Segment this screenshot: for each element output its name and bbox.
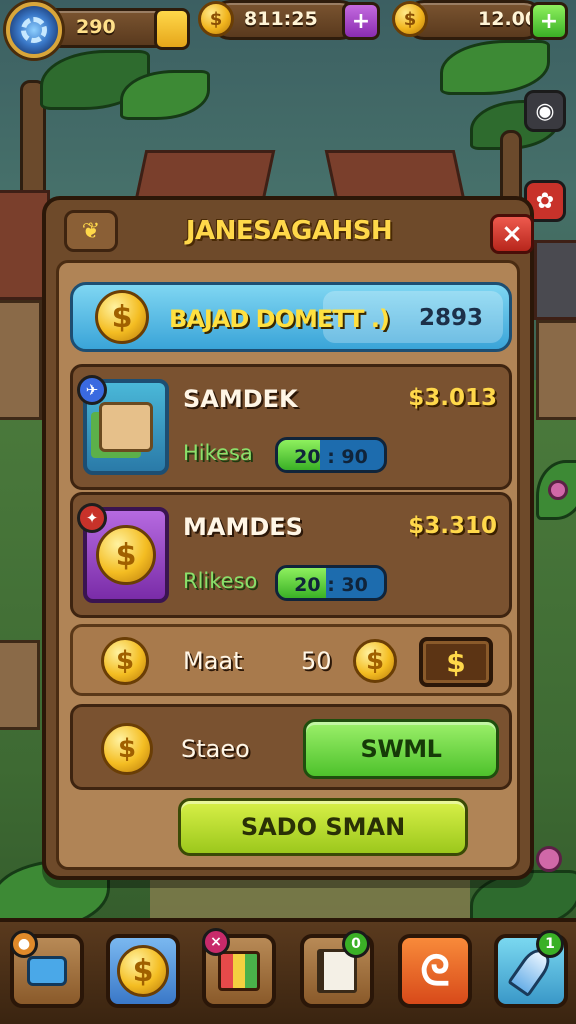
item-sub-label: Hikesa <box>183 441 253 465</box>
main-action-button[interactable]: SADO SMAN <box>178 798 468 856</box>
notification-badge: 0 <box>342 930 370 958</box>
coin-icon: $ <box>117 945 169 997</box>
maat-amount: 50 <box>301 647 332 675</box>
shop-item[interactable]: ✈ SAMDEK $3.013 Hikesa 20 : 90 <box>70 364 512 490</box>
feather-icon: ❦ <box>64 210 118 252</box>
swml-button[interactable]: SWML <box>303 719 499 779</box>
item-name: MAMDES <box>183 513 303 541</box>
item-price: $3.013 <box>408 385 497 411</box>
flower <box>548 480 568 500</box>
camera-icon[interactable]: ◉ <box>524 90 566 132</box>
hut-roof <box>134 150 276 200</box>
red-badge-icon: ✦ <box>77 503 107 533</box>
coin-icon: $ <box>96 525 156 585</box>
level-bar-end <box>154 8 190 50</box>
level-value: 290 <box>76 16 116 38</box>
blue-badge-icon: ✈ <box>77 375 107 405</box>
panel-header: ❦ JANESAGAHSH × <box>54 206 534 256</box>
item-progress: 20 : 90 <box>275 437 387 473</box>
progress-text: 20 : 90 <box>294 446 368 468</box>
gear-icon <box>21 17 47 43</box>
coin-icon: $ <box>198 1 234 37</box>
staeo-label: Staeo <box>181 735 250 763</box>
coin-icon: $ <box>101 637 149 685</box>
hut-roof <box>324 150 466 200</box>
item-name: SAMDEK <box>183 385 298 413</box>
wooden-fence <box>0 640 40 730</box>
close-button[interactable]: × <box>490 214 534 254</box>
maat-row: $ Maat 50 $ $ <box>70 624 512 696</box>
shop-item[interactable]: $ ✦ MAMDES $3.310 Rlikeso 20 : 30 <box>70 492 512 618</box>
panel-title: JANESAGAHSH <box>185 216 393 246</box>
coin-icon: $ <box>392 1 428 37</box>
gold-add-button[interactable]: + <box>530 2 568 40</box>
close-badge-icon: × <box>202 928 230 956</box>
coin-icon: $ <box>95 290 149 344</box>
swirl-icon: ᘓ <box>420 946 450 995</box>
item-price: $3.310 <box>408 513 497 539</box>
player-avatar[interactable] <box>6 2 62 58</box>
quest-button[interactable]: ᘓ <box>398 934 472 1008</box>
balance-value: 2893 <box>419 305 484 331</box>
coins-add-button[interactable]: + <box>342 2 380 40</box>
hut-wall <box>0 300 42 420</box>
notification-badge: 1 <box>536 930 564 958</box>
buy-dollar-button[interactable]: $ <box>419 637 493 687</box>
chat-icon <box>27 956 67 986</box>
hut-wall <box>536 320 576 420</box>
coin-icon: $ <box>353 639 397 683</box>
maat-label: Maat <box>183 647 243 675</box>
item-progress: 20 : 30 <box>275 565 387 601</box>
gift-box-icon <box>218 951 260 991</box>
pin-badge-icon: ● <box>10 930 38 958</box>
hut-roof <box>534 240 576 320</box>
flower <box>536 846 562 872</box>
coin-icon: $ <box>101 723 153 775</box>
staeo-row: $ Staeo SWML <box>70 704 512 790</box>
shop-panel: ❦ JANESAGAHSH × $ BAJAD DOMETT .) 2893 ✈… <box>42 196 534 880</box>
cash-stack-icon <box>99 402 153 452</box>
coins-shop-button[interactable]: $ <box>106 934 180 1008</box>
progress-text: 20 : 30 <box>294 574 368 596</box>
item-sub-label: Rlikeso <box>183 569 258 593</box>
bottom-nav-bar: ● $ × 0 ᘓ 1 <box>0 918 576 1024</box>
coins-value: 811:25 <box>244 8 318 30</box>
balance-label: BAJAD DOMETT .) <box>169 305 390 333</box>
balance-banner: $ BAJAD DOMETT .) 2893 <box>70 282 512 352</box>
